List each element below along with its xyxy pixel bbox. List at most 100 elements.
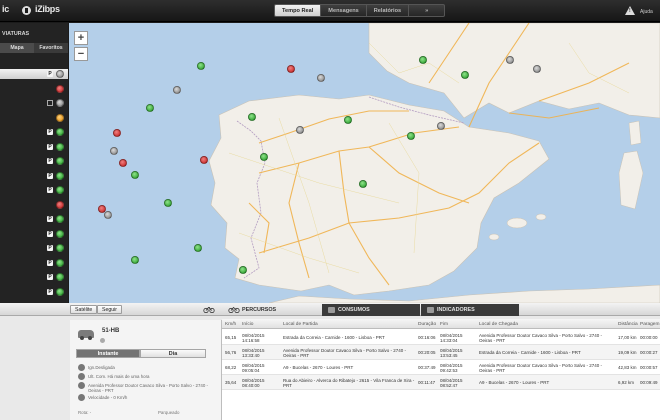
cell-line: 08/04/2015 (242, 332, 265, 338)
map-marker-red[interactable] (119, 159, 127, 167)
vehicle-row[interactable]: P (0, 287, 68, 297)
vehicle-status-green-icon (56, 186, 64, 194)
location-icon (78, 382, 85, 389)
cell-line: Estrada da Correia - Carnide - 1600 - Li… (283, 335, 385, 340)
cell-line: 19,09 km (618, 350, 637, 355)
map-marker-green[interactable] (197, 61, 205, 70)
map-marker-grey[interactable] (533, 64, 541, 73)
tab-indicadores[interactable]: INDICADORES (421, 304, 519, 316)
vehicle-row[interactable] (0, 84, 68, 94)
app-window: ic iZibps Tempo Real Mensagens Relatório… (0, 0, 660, 420)
map-marker-red[interactable] (200, 155, 208, 164)
zoom-in-button[interactable]: + (74, 31, 88, 45)
cell-line: 08:40:00 (242, 382, 260, 388)
cell-start-date: 08/04/2015 14:16:58 (242, 333, 265, 343)
map-marker-green[interactable] (407, 131, 415, 140)
map-view[interactable]: + − (69, 23, 660, 303)
col-local-partida[interactable]: Local de Partida (283, 322, 318, 327)
col-fim[interactable]: Fim (440, 322, 448, 327)
map-marker-green[interactable] (419, 55, 427, 64)
vehicle-row[interactable]: P (0, 127, 68, 137)
table-row[interactable]: 65,15 08/04/2015 14:16:58 Estrada da Correi… (222, 330, 660, 345)
map-marker-green[interactable] (260, 152, 268, 161)
cell-line: 42,83 km (618, 365, 637, 370)
map-marker-grey[interactable] (506, 55, 514, 64)
vehicle-row[interactable] (0, 200, 68, 210)
ignition-icon (78, 364, 85, 371)
vehicle-row[interactable] (0, 113, 68, 123)
vehicle-row[interactable] (0, 98, 68, 108)
cell-duration: 00:11:47 (418, 380, 435, 385)
warning-icon[interactable] (625, 6, 635, 15)
vehicle-status-red-icon (56, 84, 64, 93)
table-row[interactable]: 68,22 08/04/2015 09:05:04 A9 - Bucelas - 26… (222, 360, 660, 375)
col-duracao[interactable]: Duração (418, 322, 436, 327)
vehicle-plate: 51-HB (102, 328, 120, 334)
cell-line: A9 - Bucelas - 2670 - Loures - PRT (479, 380, 550, 385)
tab-relatorios[interactable]: Relatórios (366, 4, 410, 17)
col-kmh[interactable]: Km/h (225, 322, 236, 327)
vehicle-row[interactable]: P (0, 272, 68, 282)
map-marker-grey[interactable] (173, 85, 181, 94)
cell-line: Oeiras - PRT (283, 352, 310, 358)
bike-icon[interactable] (203, 306, 215, 313)
vehicle-row[interactable]: P (0, 214, 68, 224)
vehicle-status-green-icon (56, 273, 64, 281)
sidebar-tab-favoritos[interactable]: Favoritos (34, 43, 68, 53)
vehicle-row[interactable]: P (0, 258, 68, 268)
zoom-out-button[interactable]: − (74, 47, 88, 61)
map-marker-grey[interactable] (317, 73, 325, 82)
map-marker-grey[interactable] (104, 210, 112, 219)
day-button[interactable]: Dia (140, 349, 206, 358)
col-distancia[interactable]: Distância (618, 322, 638, 327)
brand-left-logo: ic (2, 4, 9, 14)
parking-icon: P (47, 288, 53, 295)
col-local-chegada[interactable]: Local de Chegada (479, 322, 518, 327)
table-row[interactable]: 35,64 08/04/2015 08:40:00 Rua do Abieiro - … (222, 375, 660, 390)
cell-to: Estrada da Correia - Carnide - 1600 - Li… (479, 350, 581, 355)
vehicle-row[interactable]: P (0, 156, 68, 166)
col-paragem[interactable]: Paragem (640, 322, 659, 327)
cell-line: 09:42:53 (440, 367, 458, 373)
cell-kmh: 68,22 (225, 365, 236, 370)
vehicle-row[interactable]: P (0, 171, 68, 181)
vehicle-row[interactable]: P (0, 243, 68, 253)
vehicle-row[interactable]: P (0, 185, 68, 195)
map-marker-green[interactable] (239, 265, 247, 274)
map-marker-red[interactable] (113, 128, 121, 137)
tab-percursos[interactable]: PERCURSOS (242, 307, 276, 313)
help-link[interactable]: Ajuda (640, 9, 653, 15)
follow-button[interactable]: Seguir (97, 305, 122, 314)
map-marker-grey[interactable] (296, 125, 304, 134)
col-inicio[interactable]: Início (242, 322, 253, 327)
vehicle-row[interactable]: P (0, 69, 68, 79)
cell-line: 14:16:58 (242, 337, 260, 343)
tab-mensagens[interactable]: Mensagens (321, 4, 367, 17)
checkbox-icon[interactable] (47, 100, 53, 106)
cell-line: 08/04/2015 (440, 377, 463, 383)
cell-from: Avenida Professor Doutor Cavaco Silva - … (283, 348, 406, 358)
vehicle-status-green-icon (56, 258, 64, 267)
map-marker-red[interactable] (287, 64, 295, 73)
cell-line: Estrada da Correia - Carnide - 1600 - Li… (479, 350, 581, 355)
cell-line: 56,76 (225, 350, 237, 355)
instant-button[interactable]: Instante (76, 349, 140, 358)
cell-distance: 17,00 km (618, 335, 637, 340)
vehicle-status-green-icon (56, 229, 64, 238)
satellite-button[interactable]: Satélite (70, 305, 98, 314)
fuel-icon (328, 307, 335, 313)
vehicle-row[interactable]: P (0, 142, 68, 152)
cell-end-date: 08/04/2015 13:53:45 (440, 348, 463, 358)
map-marker-grey[interactable] (110, 146, 118, 155)
cell-line: Avenida Professor Doutor Cavaco Silva - … (479, 362, 602, 368)
tab-consumos[interactable]: CONSUMOS (322, 304, 420, 316)
tab-tempo-real[interactable]: Tempo Real (274, 4, 322, 17)
table-row[interactable]: 56,76 08/04/2015 13:33:40 Avenida Professor… (222, 345, 660, 360)
vehicle-row[interactable]: P (0, 229, 68, 239)
cell-line: 00:00:00 (640, 335, 658, 340)
cell-line: A9 - Bucelas - 2670 - Loures - PRT (283, 365, 354, 370)
map-marker-green[interactable] (164, 198, 172, 207)
sidebar-tab-mapa[interactable]: Mapa (0, 43, 34, 53)
map-marker-green[interactable] (461, 70, 469, 79)
tab-more[interactable]: » (409, 4, 446, 17)
